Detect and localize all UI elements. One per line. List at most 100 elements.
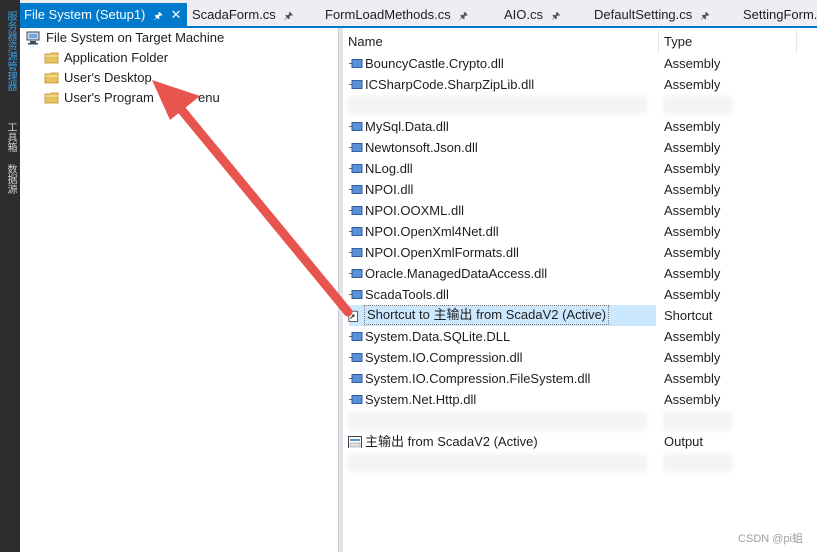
assembly-icon [349,59,363,68]
tab-settingform[interactable]: SettingForm. [739,3,817,28]
file-type: Assembly [664,371,721,386]
assembly-icon [349,80,363,89]
data-sources-tab[interactable]: 数据源 [0,160,20,198]
list-row-selected[interactable]: Shortcut to 主输出 from ScadaV2 (Active) Sh… [343,305,817,326]
assembly-icon [349,122,363,131]
list-row[interactable]: NPOI.OpenXml4Net.dll Assembly [343,221,817,242]
close-icon[interactable]: ✕ [171,3,182,27]
list-row[interactable]: Oracle.ManagedDataAccess.dll Assembly [343,263,817,284]
redacted-type [663,96,733,114]
file-type: Assembly [664,245,721,260]
list-row[interactable]: NPOI.OpenXmlFormats.dll Assembly [343,242,817,263]
column-header-name[interactable]: Name [343,30,659,54]
list-row[interactable]: Newtonsoft.Json.dll Assembly [343,137,817,158]
server-explorer-tab[interactable]: 服务器资源管理器 [0,2,20,100]
list-row[interactable]: MySql.Data.dll Assembly [343,116,817,137]
assembly-icon [349,395,363,404]
assembly-icon [349,227,363,236]
file-type: Assembly [664,203,721,218]
assembly-icon [349,332,363,341]
tab-label: AIO.cs [504,7,544,22]
file-type: Assembly [664,140,721,155]
file-type: Assembly [664,182,721,197]
file-type: Assembly [664,161,721,176]
file-type: Assembly [664,119,721,134]
redacted-row [347,412,647,430]
assembly-icon [349,185,363,194]
file-type: Assembly [664,329,721,344]
tab-label: FormLoadMethods.cs [325,7,451,22]
toolbox-tab[interactable]: 工具箱 [0,118,20,156]
tree-item-label-suffix: enu [198,90,220,105]
tab-label: ScadaForm.cs [192,7,276,22]
file-type: Assembly [664,224,721,239]
shortcut-icon [348,310,358,322]
assembly-icon [349,269,363,278]
file-type: Shortcut [664,308,713,323]
assembly-icon [349,206,363,215]
redacted-type [663,454,733,472]
tab-aio[interactable]: AIO.cs 🖈 [500,3,590,28]
tab-defaultsetting[interactable]: DefaultSetting.cs 🖈 [590,3,735,28]
list-row[interactable]: System.IO.Compression.FileSystem.dll Ass… [343,368,817,389]
document-tab-bar: File System (Setup1) 🖈 ✕ ScadaForm.cs 🖈 For… [20,0,817,28]
tab-label: File System (Setup1) [24,7,146,22]
file-list: Name Type BouncyCastle.Crypto.dll Assemb… [343,28,817,552]
redacted-type [663,412,733,430]
file-type: Assembly [664,56,721,71]
list-row[interactable]: System.Net.Http.dll Assembly [343,389,817,410]
list-row[interactable]: 主输出 from ScadaV2 (Active) Output [343,431,817,452]
folder-icon [44,72,59,84]
side-tool-strip: 服务器资源管理器 工具箱 数据源 [0,0,20,552]
file-name: System.Net.Http.dll [365,392,477,407]
list-row[interactable]: System.IO.Compression.dll Assembly [343,347,817,368]
file-name: 主输出 from ScadaV2 (Active) [365,434,538,449]
tree-item-label: Application Folder [64,50,169,65]
list-row[interactable]: NLog.dll Assembly [343,158,817,179]
file-type: Assembly [664,77,721,92]
list-row[interactable]: NPOI.dll Assembly [343,179,817,200]
watermark: CSDN @pi蛆 [738,533,803,545]
redacted-row [347,454,647,472]
column-header-type[interactable]: Type [659,30,797,54]
assembly-icon [349,374,363,383]
tab-scadaform[interactable]: ScadaForm.cs 🖈 [188,3,318,28]
folder-icon [44,52,59,64]
computer-icon [26,31,40,45]
tree-item-label: User's Program [64,90,154,105]
file-name: BouncyCastle.Crypto.dll [365,56,504,71]
file-name: NPOI.OOXML.dll [365,203,464,218]
list-row[interactable]: BouncyCastle.Crypto.dll Assembly [343,53,817,74]
file-name: NPOI.dll [365,182,414,197]
tab-file-system-setup1[interactable]: File System (Setup1) 🖈 ✕ [20,3,187,28]
file-name: ScadaTools.dll [365,287,449,302]
assembly-icon [349,353,363,362]
list-row[interactable]: NPOI.OOXML.dll Assembly [343,200,817,221]
file-name: System.Data.SQLite.DLL [365,329,511,344]
file-type: Assembly [664,350,721,365]
file-name: NPOI.OpenXmlFormats.dll [365,245,519,260]
file-name: NPOI.OpenXml4Net.dll [365,224,499,239]
file-type: Assembly [664,392,721,407]
file-name: System.IO.Compression.FileSystem.dll [365,371,591,386]
folder-icon [44,92,59,104]
file-name: MySql.Data.dll [365,119,449,134]
tree-item-label: User's Desktop [64,70,152,85]
file-type: Assembly [664,287,721,302]
tree-root-label: File System on Target Machine [46,30,225,45]
list-row[interactable]: ICSharpCode.SharpZipLib.dll Assembly [343,74,817,95]
tab-formloadmethods[interactable]: FormLoadMethods.cs 🖈 [321,3,491,28]
assembly-icon [349,143,363,152]
file-system-tree[interactable]: File System on Target Machine Applicatio… [20,28,339,552]
assembly-icon [349,290,363,299]
file-name: ICSharpCode.SharpZipLib.dll [365,77,535,92]
list-row[interactable]: System.Data.SQLite.DLL Assembly [343,326,817,347]
file-name: Newtonsoft.Json.dll [365,140,478,155]
tab-label: DefaultSetting.cs [594,7,693,22]
list-row[interactable]: ScadaTools.dll Assembly [343,284,817,305]
redacted-row [347,96,647,114]
file-name: System.IO.Compression.dll [365,350,523,365]
file-name: Oracle.ManagedDataAccess.dll [365,266,548,281]
assembly-icon [349,164,363,173]
file-name: NLog.dll [365,161,413,176]
